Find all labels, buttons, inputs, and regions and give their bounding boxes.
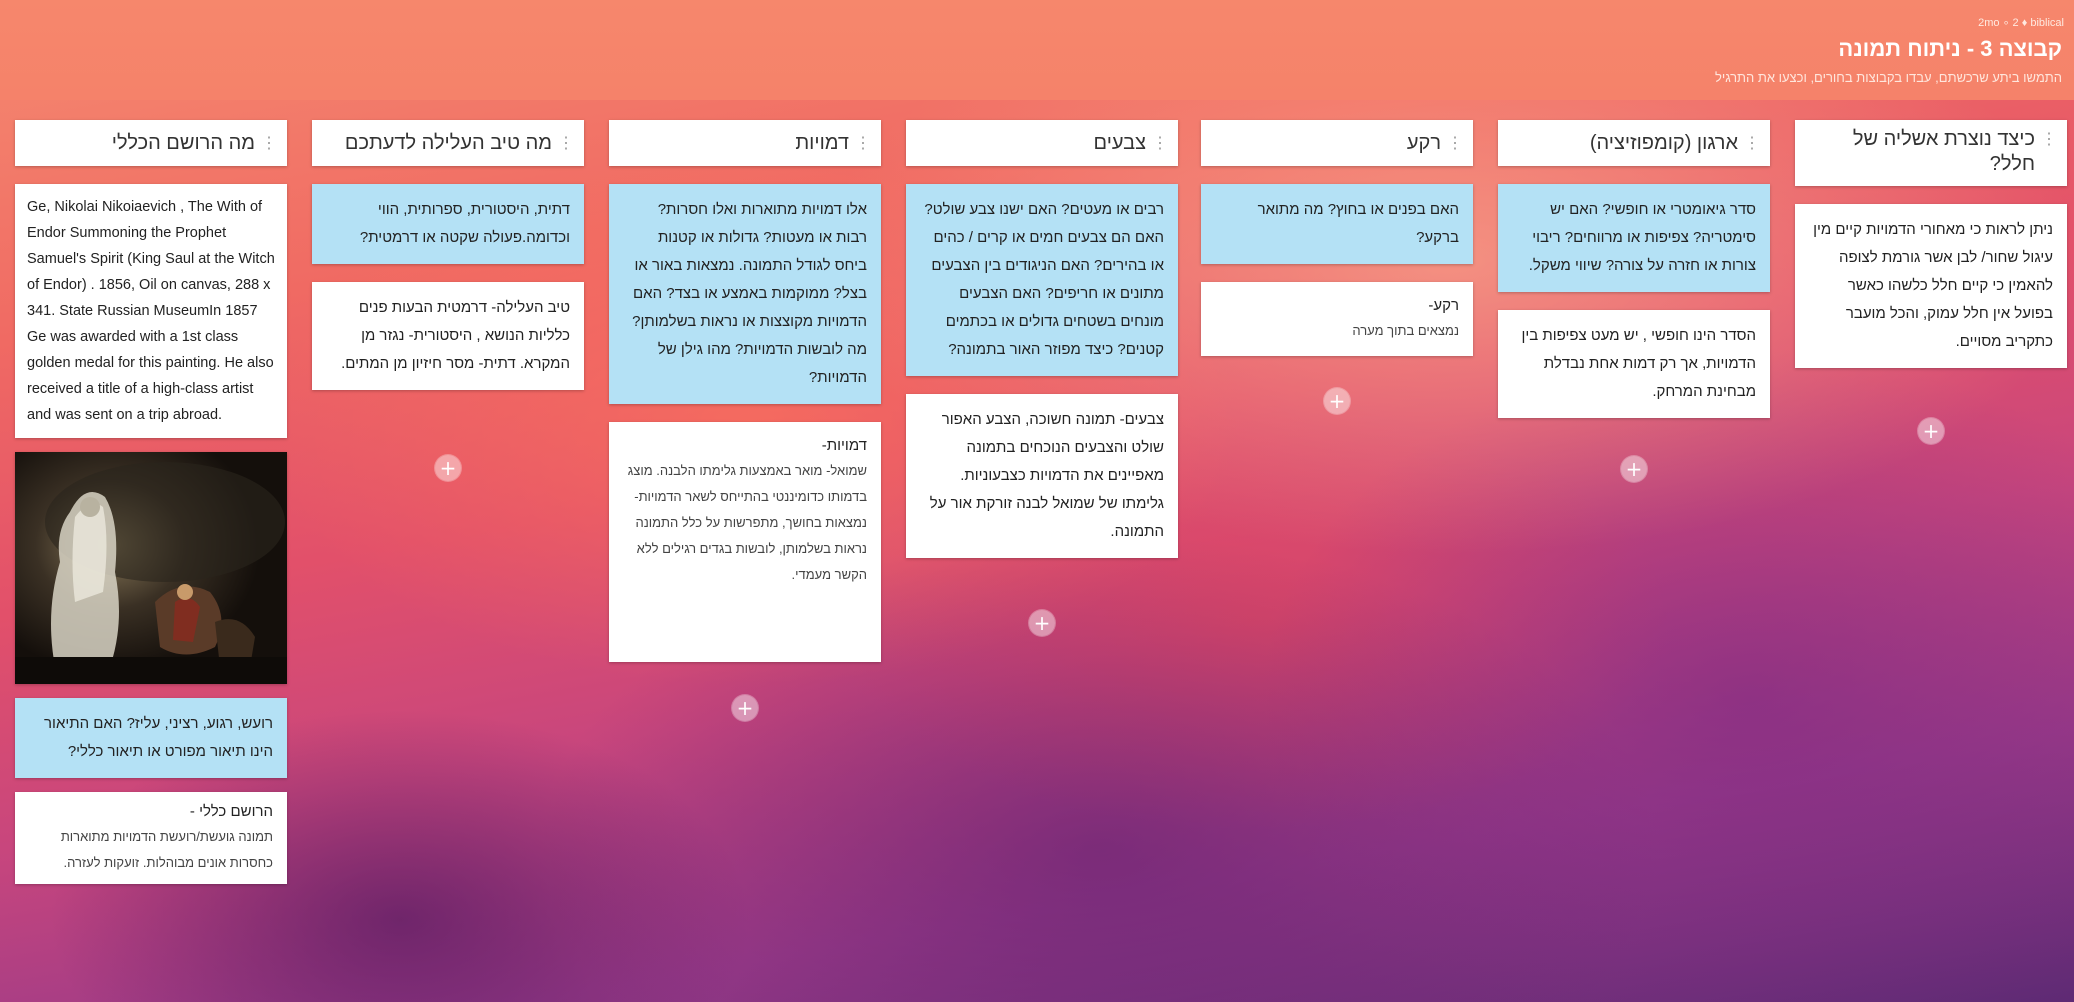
board-meta: 2mo ∘ 2 ♦ biblical — [1978, 17, 2064, 29]
post-card[interactable]: ניתן לראות כי מאחורי הדמויות קיים מין עי… — [1795, 204, 2067, 368]
post-text: רועש, רגוע, רציני, עליז? האם התיאור הינו… — [44, 715, 273, 760]
column-title: מה טיב העלילה לדעתכם — [344, 131, 552, 154]
column-plot-type: ⋮ מה טיב העלילה לדעתכם דתית, היסטורית, ס… — [312, 120, 584, 390]
plus-icon: + — [1328, 389, 1346, 413]
column-general-impression: ⋮ מה הרושם הכללי Ge, Nikolai Nikoiaevich… — [15, 120, 287, 884]
post-body: תמונה גועשת/רועשת הדמויות מתוארות כחסרות… — [60, 829, 273, 870]
post-title: הרושם כללי - — [189, 803, 273, 820]
post-card[interactable]: הרושם כללי - תמונה גועשת/רועשת הדמויות מ… — [15, 792, 287, 884]
board-header: 2mo ∘ 2 ♦ biblical קבוצה 3 - ניתוח תמונה… — [0, 0, 2074, 100]
add-post-button[interactable]: + — [1621, 456, 1647, 482]
column-title: צבעים — [1093, 131, 1146, 154]
column-figures: ⋮ דמויות אלו דמויות מתוארות ואלו חסרות? … — [609, 120, 881, 662]
post-text: הסדר הינו חופשי , יש מעט צפיפות בין הדמו… — [1521, 327, 1756, 400]
plus-icon: + — [1033, 611, 1051, 635]
column-title: מה הרושם הכללי — [111, 131, 255, 154]
post-text: צבעים- תמונה חשוכה, הצבע האפור שולט והצב… — [929, 411, 1164, 540]
add-post-button[interactable]: + — [732, 695, 758, 721]
column-background: ⋮ רקע האם בפנים או בחוץ? מה מתואר ברקע? … — [1201, 120, 1473, 356]
prompt-card[interactable]: דתית, היסטורית, ספרותית, הווי וכדומה.פעו… — [312, 184, 584, 264]
plus-icon: + — [736, 696, 754, 720]
add-post-button[interactable]: + — [1324, 388, 1350, 414]
post-text: האם בפנים או בחוץ? מה מתואר ברקע? — [1257, 201, 1459, 246]
prompt-card[interactable]: אלו דמויות מתוארות ואלו חסרות? רבות או מ… — [609, 184, 881, 404]
drag-handle-icon[interactable]: ⋮ — [855, 133, 871, 153]
post-title: רקע- — [1428, 297, 1459, 314]
plus-icon: + — [1922, 419, 1940, 443]
post-card[interactable]: דמויות- שמואל- מואר באמצעות גלימתו הלבנה… — [609, 422, 881, 662]
column-header[interactable]: ⋮ מה טיב העלילה לדעתכם — [312, 120, 584, 166]
column-header[interactable]: ⋮ דמויות — [609, 120, 881, 166]
add-post-button[interactable]: + — [1029, 610, 1055, 636]
drag-handle-icon[interactable]: ⋮ — [261, 133, 277, 153]
column-header[interactable]: ⋮ רקע — [1201, 120, 1473, 166]
board-title: קבוצה 3 - ניתוח תמונה — [1838, 36, 2062, 61]
board-subtitle: התמשו ביתע שרכשתם, עבדו בקבוצות בחורים, … — [1714, 70, 2062, 85]
prompt-card[interactable]: סדר גיאומטרי או חופשי? האם יש סימטריה? צ… — [1498, 184, 1770, 292]
post-card[interactable]: הסדר הינו חופשי , יש מעט צפיפות בין הדמו… — [1498, 310, 1770, 418]
painting-image[interactable] — [15, 452, 287, 684]
prompt-card[interactable]: רועש, רגוע, רציני, עליז? האם התיאור הינו… — [15, 698, 287, 778]
post-card[interactable]: צבעים- תמונה חשוכה, הצבע האפור שולט והצב… — [906, 394, 1178, 558]
painting-image-graphic — [15, 452, 287, 684]
plus-icon: + — [1625, 457, 1643, 481]
post-text: אלו דמויות מתוארות ואלו חסרות? רבות או מ… — [632, 201, 867, 386]
prompt-card[interactable]: רבים או מעטים? האם ישנו צבע שולט? האם הם… — [906, 184, 1178, 376]
column-header[interactable]: ⋮ כיצד נוצרת אשליה של חלל? — [1795, 120, 2067, 186]
add-post-button[interactable]: + — [435, 455, 461, 481]
post-text: Ge, Nikolai Nikoiaevich , The With of En… — [27, 199, 275, 423]
column-title: כיצד נוצרת אשליה של חלל? — [1852, 128, 2035, 175]
post-body: נמצאים בתוך מערה — [1352, 323, 1459, 338]
post-card[interactable]: רקע- נמצאים בתוך מערה — [1201, 282, 1473, 356]
column-header[interactable]: ⋮ צבעים — [906, 120, 1178, 166]
column-colors: ⋮ צבעים רבים או מעטים? האם ישנו צבע שולט… — [906, 120, 1178, 558]
add-post-button[interactable]: + — [1918, 418, 1944, 444]
drag-handle-icon[interactable]: ⋮ — [1152, 133, 1168, 153]
post-text: סדר גיאומטרי או חופשי? האם יש סימטריה? צ… — [1528, 201, 1756, 274]
drag-handle-icon[interactable]: ⋮ — [1447, 133, 1463, 153]
column-header[interactable]: ⋮ מה הרושם הכללי — [15, 120, 287, 166]
post-text: טיב העלילה- דרמטית הבעות פנים כלליות הנו… — [341, 299, 570, 372]
prompt-card[interactable]: האם בפנים או בחוץ? מה מתואר ברקע? — [1201, 184, 1473, 264]
column-title: רקע — [1406, 131, 1441, 154]
drag-handle-icon[interactable]: ⋮ — [558, 133, 574, 153]
drag-handle-icon[interactable]: ⋮ — [1744, 133, 1760, 153]
post-title: דמויות- — [821, 437, 867, 454]
post-body: שמואל- מואר באמצעות גלימתו הלבנה. מוצג ב… — [627, 463, 867, 582]
post-card[interactable]: טיב העלילה- דרמטית הבעות פנים כלליות הנו… — [312, 282, 584, 390]
plus-icon: + — [439, 456, 457, 480]
drag-handle-icon[interactable]: ⋮ — [2041, 127, 2057, 152]
post-card[interactable]: Ge, Nikolai Nikoiaevich , The With of En… — [15, 184, 287, 438]
column-header[interactable]: ⋮ ארגון (קומפוזיציה) — [1498, 120, 1770, 166]
column-title: דמויות — [795, 131, 849, 154]
column-title: ארגון (קומפוזיציה) — [1589, 131, 1738, 154]
column-illusion-of-space: ⋮ כיצד נוצרת אשליה של חלל? ניתן לראות כי… — [1795, 120, 2067, 368]
post-text: דתית, היסטורית, ספרותית, הווי וכדומה.פעו… — [359, 201, 570, 246]
column-composition: ⋮ ארגון (קומפוזיציה) סדר גיאומטרי או חופ… — [1498, 120, 1770, 418]
post-text: ניתן לראות כי מאחורי הדמויות קיים מין עי… — [1813, 221, 2053, 350]
post-text: רבים או מעטים? האם ישנו צבע שולט? האם הם… — [924, 201, 1164, 358]
